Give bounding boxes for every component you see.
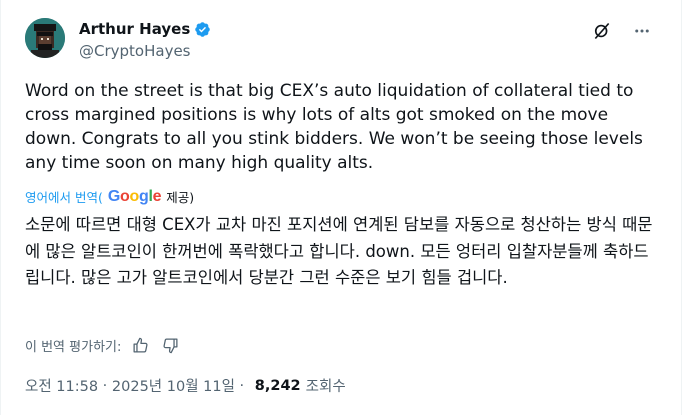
author-handle[interactable]: @CryptoHayes xyxy=(79,41,211,61)
rate-translation-row: 이 번역 평가하기: xyxy=(25,334,181,356)
tweet-time[interactable]: 오전 11:58 xyxy=(25,375,98,396)
top-actions xyxy=(591,20,653,42)
thumbs-down-icon[interactable] xyxy=(159,334,181,356)
translation-provider-suffix: 제공) xyxy=(166,190,195,205)
meta-separator: · xyxy=(98,377,112,394)
avatar[interactable] xyxy=(25,18,65,58)
translated-from-label[interactable]: 영어에서 번역( xyxy=(25,187,103,206)
view-count: 8,242 xyxy=(254,377,301,394)
view-count-label: 조회수 xyxy=(305,379,346,395)
rate-translation-label: 이 번역 평가하기: xyxy=(25,339,122,355)
thumbs-up-icon[interactable] xyxy=(129,334,151,356)
google-logo: Google xyxy=(107,187,162,205)
more-icon[interactable] xyxy=(631,20,653,42)
tweet-meta: 오전 11:58 · 2025년 10월 11일 · 8,242 조회수 xyxy=(25,375,346,396)
verified-badge-icon[interactable] xyxy=(194,21,211,38)
tweet-header: Arthur Hayes @CryptoHayes xyxy=(25,16,665,64)
translated-by-line[interactable]: 영어에서 번역( Google 제공) xyxy=(25,187,194,206)
grok-icon[interactable] xyxy=(591,20,613,42)
tweet-card: Arthur Hayes @CryptoHayes Word on the st… xyxy=(0,0,682,415)
author-names: Arthur Hayes @CryptoHayes xyxy=(79,19,211,61)
author-display-name-row[interactable]: Arthur Hayes xyxy=(79,19,211,39)
meta-separator: · xyxy=(234,377,249,394)
translated-text: 소문에 따르면 대형 CEX가 교차 마진 포지션에 연계된 담보를 자동으로 … xyxy=(25,215,653,287)
tweet-date[interactable]: 2025년 10월 11일 xyxy=(112,375,235,396)
author-display-name[interactable]: Arthur Hayes xyxy=(79,19,190,39)
tweet-text: Word on the street is that big CEX’s aut… xyxy=(25,81,643,173)
